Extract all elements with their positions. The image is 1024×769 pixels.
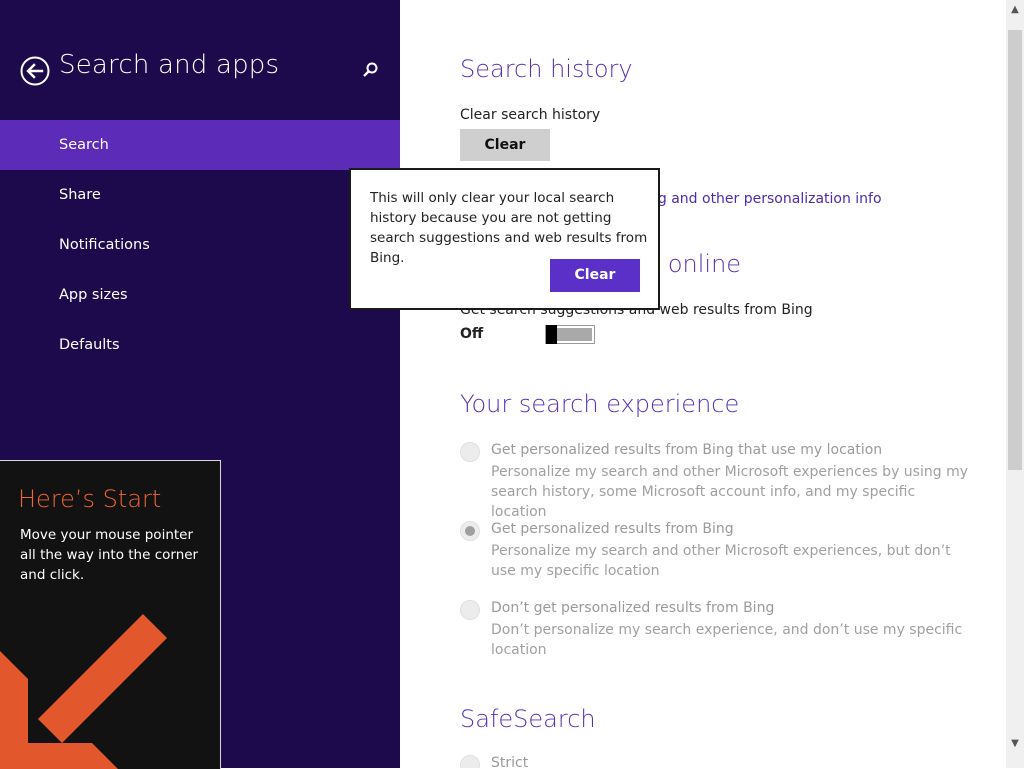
option-description: Personalize my search and other Microsof… [491, 464, 968, 520]
clear-history-label: Clear search history [460, 107, 601, 123]
sidebar-item-app-sizes[interactable]: App sizes [0, 270, 400, 320]
option-title: Strict [491, 755, 529, 768]
radio-button[interactable] [460, 442, 480, 462]
sidebar-item-defaults[interactable]: Defaults [0, 320, 400, 370]
experience-heading: Your search experience [460, 390, 740, 418]
option-title: Get personalized results from Bing [491, 521, 734, 537]
clear-history-button[interactable]: Clear [460, 129, 550, 161]
flyout-message: This will only clear your local search h… [370, 190, 648, 266]
scroll-down-icon[interactable]: ▼ [1006, 738, 1024, 754]
start-tip-body: Move your mouse pointer all the way into… [20, 527, 199, 583]
sidebar-nav: Search Share Notifications App sizes Def… [0, 120, 400, 370]
sidebar: Search and apps Search Share Notificatio… [0, 0, 400, 769]
toggle-thumb [546, 325, 557, 344]
sidebar-item-notifications[interactable]: Notifications [0, 220, 400, 270]
search-icon[interactable] [361, 61, 379, 79]
option-description: Don’t personalize my search experience, … [491, 622, 963, 658]
search-history-heading: Search history [460, 55, 633, 83]
radio-button-selected[interactable] [460, 521, 480, 541]
start-tip[interactable]: Here’s Start Move your mouse pointer all… [0, 460, 221, 769]
scroll-up-icon[interactable]: ▲ [1006, 4, 1024, 20]
radio-button[interactable] [460, 755, 480, 768]
toggle-state-label: Off [460, 326, 484, 342]
option-description: Personalize my search and other Microsof… [491, 543, 951, 579]
option-title: Don’t get personalized results from Bing [491, 600, 775, 616]
sidebar-item-search[interactable]: Search [0, 120, 400, 170]
page-title: Search and apps [59, 50, 280, 80]
scrollbar-thumb[interactable] [1008, 30, 1022, 470]
start-tip-title: Here’s Start [18, 485, 162, 513]
safesearch-heading: SafeSearch [460, 705, 596, 733]
scrollbar[interactable]: ▲ ▼ [1006, 0, 1024, 768]
clear-history-flyout: This will only clear your local search h… [349, 168, 660, 310]
flyout-clear-button[interactable]: Clear [550, 259, 640, 292]
radio-button[interactable] [460, 600, 480, 620]
personalization-link[interactable]: ng and other personalization info [649, 191, 882, 207]
option-title: Get personalized results from Bing that … [491, 442, 883, 458]
arrow-down-left-icon [0, 613, 168, 769]
back-arrow-icon[interactable] [20, 56, 50, 86]
settings-pane: Search history Clear search history Clea… [400, 0, 1006, 768]
sidebar-item-share[interactable]: Share [0, 170, 400, 220]
bing-suggestions-toggle[interactable] [545, 325, 595, 344]
